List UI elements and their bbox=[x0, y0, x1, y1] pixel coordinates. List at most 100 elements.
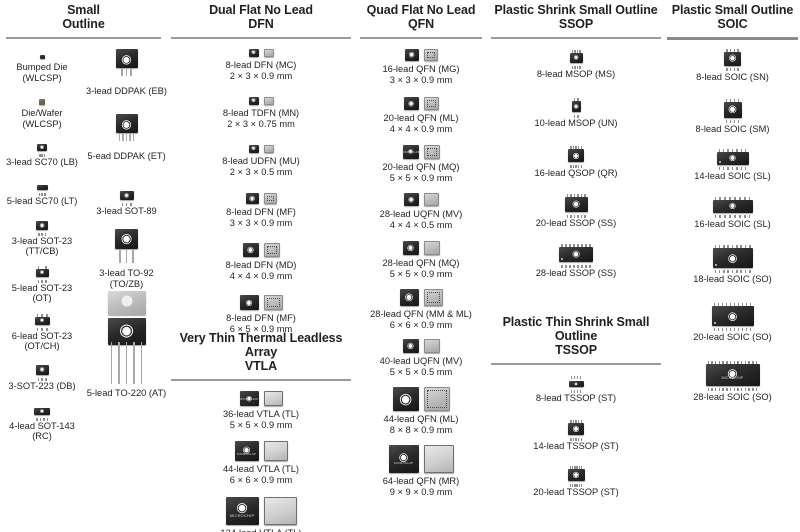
column-header-small-outline: Small Outline bbox=[0, 0, 167, 31]
list-item[interactable]: ◉ 14-lead TSSOP (ST) bbox=[487, 420, 665, 451]
list-item[interactable]: ◉ 8-lead SOIC (SN) bbox=[665, 48, 800, 83]
list-item[interactable]: ◉MICROCHIP 124-lead VTLA (TL) 9 × 9 × 0.… bbox=[167, 497, 355, 532]
lead-pins-icon bbox=[569, 483, 583, 487]
list-item[interactable]: ◉ 5-lead TO-220 (AT) bbox=[86, 291, 167, 399]
header-line-1: Plastic Shrink Small Outline bbox=[494, 3, 658, 17]
list-item[interactable]: ◉ 8-lead DFN (MF) 3 × 3 × 0.9 mm bbox=[167, 193, 355, 228]
package-reference-sheet: Small Outline Bumped Die (WLCSP) Die/Waf… bbox=[0, 0, 800, 532]
list-item[interactable]: ◉ 8-lead TDFN (MN) 2 × 3 × 0.75 mm bbox=[167, 97, 355, 129]
package-image-sot143: ◉ bbox=[0, 407, 84, 421]
chip-body-icon: ◉ bbox=[115, 229, 138, 263]
list-item[interactable]: ◉ 5-ead DDPAK (ET) bbox=[86, 114, 167, 162]
header-line-2: VTLA bbox=[244, 359, 278, 373]
item-dimension: 3 × 3 × 0.9 mm bbox=[229, 217, 293, 228]
chip-body-icon: ◉ bbox=[399, 289, 419, 306]
lead-pins-icon bbox=[726, 48, 739, 52]
chip-body-icon: ◉ bbox=[402, 339, 419, 353]
list-item[interactable]: ◉ 20-lead TSSOP (ST) bbox=[487, 466, 665, 497]
chip-body-icon: ◉ bbox=[248, 145, 259, 153]
list-item[interactable]: ◉ 40-lead UQFN (MV) 5 × 5 × 0.5 mm bbox=[355, 339, 487, 377]
list-item[interactable]: ◉ 20-lead SSOP (SS) bbox=[487, 194, 665, 228]
lead-pins-icon bbox=[38, 232, 46, 236]
package-image-msop-8: ◉ bbox=[487, 50, 665, 69]
chip-body-icon: ◉ bbox=[403, 193, 419, 206]
item-caption: 5-ead DDPAK (ET) bbox=[87, 151, 166, 161]
list-item[interactable]: ◉ 28-lead SSOP (SS) bbox=[487, 244, 665, 278]
lead-pins-icon bbox=[569, 466, 583, 469]
list-item[interactable]: ◉ 20-lead QFN (ML) 4 × 4 × 0.9 mm bbox=[355, 97, 487, 134]
column-header-vtla: Very Thin Thermal Leadless Array VTLA bbox=[167, 328, 355, 373]
list-item[interactable]: ◉ 8-lead TSSOP (ST) bbox=[487, 376, 665, 403]
header-line-2: SOIC bbox=[717, 17, 748, 31]
package-image-tssop-8: ◉ bbox=[487, 376, 665, 393]
list-item[interactable]: ◉ 3-lead DDPAK (EB) bbox=[86, 49, 167, 97]
item-dimension: 4 × 4 × 0.9 mm bbox=[229, 270, 293, 281]
list-item[interactable]: ◉ 28-lead QFN (MQ) 5 × 5 × 0.9 mm bbox=[355, 241, 487, 279]
list-item[interactable]: ◉ 8-lead SOIC (SM) bbox=[665, 98, 800, 135]
list-item[interactable]: ◉ 44-lead QFN (ML) 8 × 8 × 0.9 mm bbox=[355, 387, 487, 435]
list-item[interactable]: ◉ 16-lead QFN (MG) 3 × 3 × 0.9 mm bbox=[355, 49, 487, 85]
item-caption: 3-lead SOT-23 bbox=[11, 235, 73, 246]
list-item[interactable]: ◉ MICROCHIP 44-lead VTLA (TL) 6 × 6 × 0.9… bbox=[167, 441, 355, 485]
package-image-sot23-5: ◉ bbox=[0, 266, 84, 283]
item-caption: 8-lead DFN (MD) bbox=[225, 260, 297, 270]
item-caption: 5-lead TO-220 (AT) bbox=[86, 388, 167, 398]
list-item[interactable]: ◉ 10-lead MSOP (UN) bbox=[487, 98, 665, 128]
list-item[interactable]: ◉ 5-lead SOT-23 (OT) bbox=[0, 266, 84, 304]
list-item[interactable]: ◉ 16-lead QSOP (QR) bbox=[487, 146, 665, 178]
chip-body-icon: ◉MICROCHIP bbox=[402, 145, 419, 159]
item-dimension: (OT) bbox=[32, 293, 52, 304]
chip-body-icon: ◉ bbox=[567, 466, 585, 487]
list-item[interactable]: Bumped Die (WLCSP) bbox=[0, 55, 84, 83]
list-item[interactable]: ◉ 14-lead SOIC (SL) bbox=[665, 148, 800, 182]
list-item[interactable]: ◉ 3-lead SOT-89 bbox=[86, 191, 167, 216]
list-item[interactable]: ◉ 3-lead TO-92 (TO/ZB) bbox=[86, 229, 167, 289]
chip-outline-icon bbox=[423, 387, 450, 411]
package-image-dfn-mf-3x3: ◉ bbox=[167, 193, 355, 204]
list-item[interactable]: ◉ MICROCHIP 36-lead VTLA (TL) 5 × 5 × 0.9… bbox=[167, 391, 355, 430]
column-header-ssop: Plastic Shrink Small Outline SSOP bbox=[487, 0, 665, 31]
item-caption: 16-lead QFN (MG) bbox=[382, 64, 460, 74]
list-item[interactable]: ◉ 8-lead DFN (MD) 4 × 4 × 0.9 mm bbox=[167, 243, 355, 281]
chip-outline-icon bbox=[423, 193, 439, 206]
header-line-2: TSSOP bbox=[555, 343, 597, 357]
chip-body-icon: ◉ bbox=[107, 291, 146, 384]
list-item[interactable]: ◉ 3-lead SC70 (LB) bbox=[0, 143, 84, 167]
lead-pins-icon bbox=[714, 215, 751, 219]
list-item[interactable]: Die/Wafer (WLCSP) bbox=[0, 99, 84, 129]
header-divider bbox=[6, 37, 161, 39]
lead-pins-icon bbox=[573, 98, 579, 101]
list-item[interactable]: ◉ MICROCHIP 28-lead SOIC (SO) bbox=[665, 360, 800, 403]
list-item[interactable]: ◉ 6-lead SOT-23 (OT/CH) bbox=[0, 314, 84, 352]
lead-pins-icon bbox=[573, 114, 579, 118]
list-item[interactable]: ◉ 8-lead DFN (MC) 2 × 3 × 0.9 mm bbox=[167, 49, 355, 81]
package-image-qsop-16: ◉ bbox=[487, 146, 665, 168]
lead-pins-icon bbox=[37, 279, 47, 283]
list-item[interactable]: ◉ 8-lead MSOP (MS) bbox=[487, 50, 665, 79]
item-caption: 8-lead DFN (MF) bbox=[226, 207, 296, 217]
list-item[interactable]: ◉ 20-lead SOIC (SO) bbox=[665, 302, 800, 343]
package-image-ssop-20: ◉ bbox=[487, 194, 665, 218]
list-item[interactable]: ◉ 3-SOT-223 (DB) bbox=[0, 365, 84, 391]
lead-pins-icon bbox=[36, 314, 48, 317]
list-item[interactable]: ◉MICROCHIP 20-lead QFN (MQ) 5 × 5 × 0.9 … bbox=[355, 145, 487, 183]
header-divider bbox=[667, 37, 798, 40]
list-item[interactable]: ◉ 8-lead UDFN (MU) 2 × 3 × 0.5 mm bbox=[167, 145, 355, 177]
list-item[interactable]: ◉ 28-lead QFN (MM & ML) 6 × 6 × 0.9 mm bbox=[355, 289, 487, 330]
chip-body-icon: ◉ bbox=[37, 143, 47, 157]
list-item[interactable]: 5-lead SC70 (LT) bbox=[0, 182, 84, 206]
chip-body-icon: ◉ bbox=[34, 314, 50, 331]
chip-body-icon: ◉ bbox=[404, 49, 419, 61]
item-dimension: (WLCSP) bbox=[22, 72, 62, 83]
chip-body-icon: ◉ bbox=[239, 295, 259, 310]
list-item[interactable]: ◉ 16-lead SOIC (SL) bbox=[665, 196, 800, 230]
list-item[interactable]: ◉ 18-lead SOIC (SO) bbox=[665, 244, 800, 285]
item-caption: 4-lead SOT-143 bbox=[9, 420, 75, 431]
list-item[interactable]: ◉ 28-lead UQFN (MV) 4 × 4 × 0.5 mm bbox=[355, 193, 487, 230]
package-image-soic-16: ◉ bbox=[665, 196, 800, 219]
list-item[interactable]: ◉ MICROCHIP 64-lead QFN (MR) 9 × 9 × 0.9 … bbox=[355, 445, 487, 497]
header-divider bbox=[360, 37, 482, 39]
list-item[interactable]: ◉ 3-lead SOT-23 (TT/CB) bbox=[0, 221, 84, 257]
lead-pins-icon bbox=[566, 194, 586, 197]
list-item[interactable]: ◉ 4-lead SOT-143 (RC) bbox=[0, 407, 84, 442]
